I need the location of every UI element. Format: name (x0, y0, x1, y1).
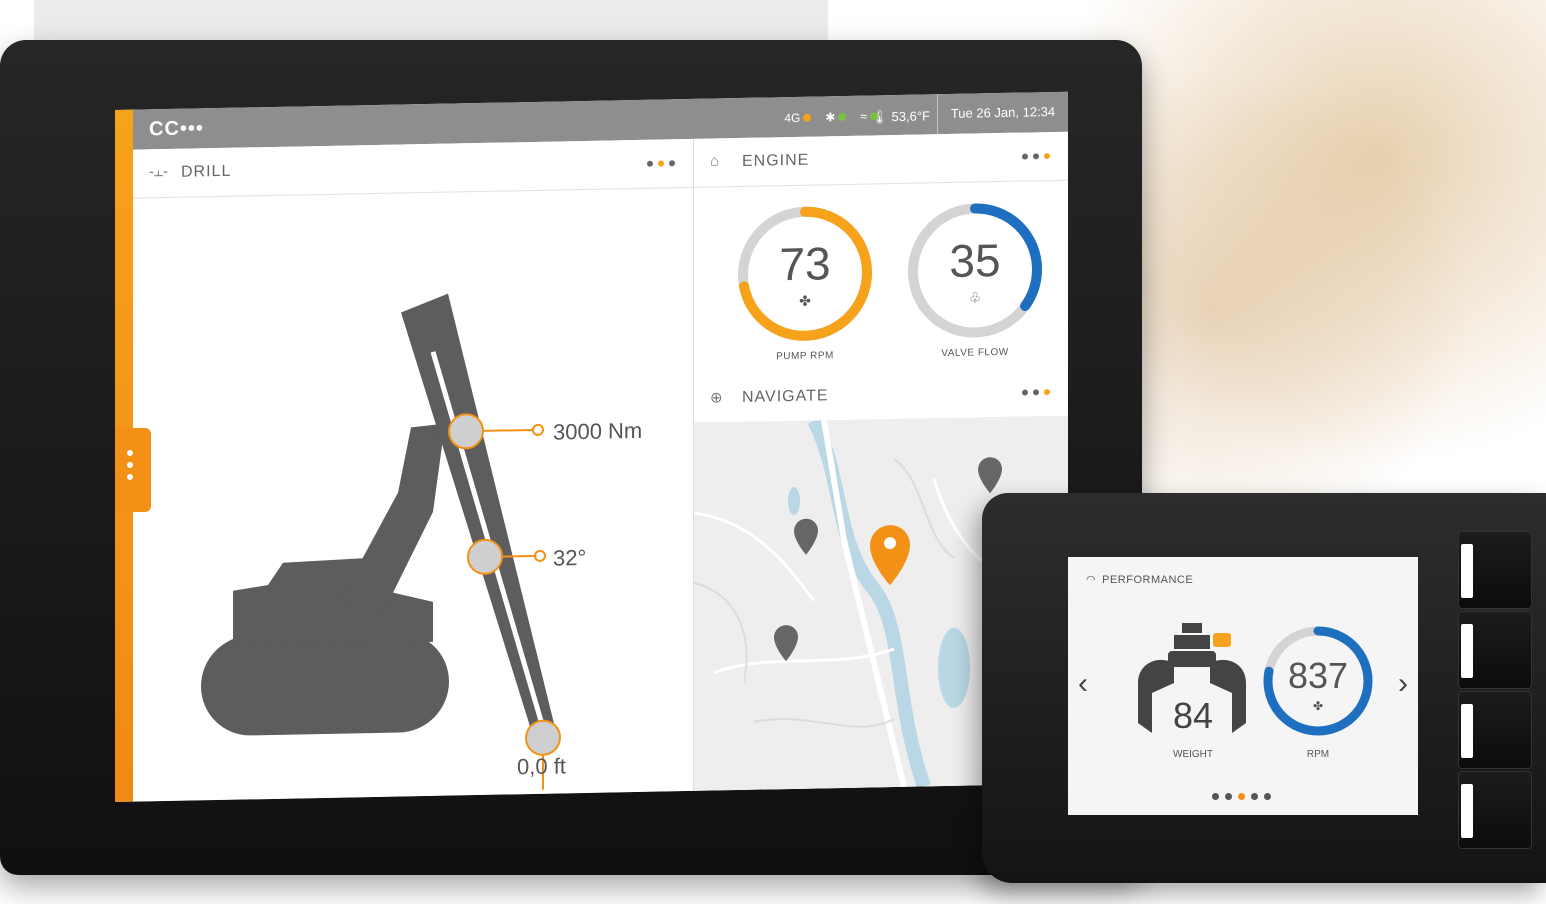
hardware-button-3[interactable] (1458, 691, 1532, 769)
navigate-panel-header: ⊕ NAVIGATE (694, 367, 1068, 424)
navigate-menu-button[interactable] (1022, 389, 1050, 396)
page-dot[interactable] (1225, 793, 1232, 800)
rpm-value: 837 (1287, 655, 1349, 696)
depth-label: 0,0 ft (517, 753, 566, 780)
map-pin-icon (978, 457, 1002, 494)
hardware-button-4[interactable] (1458, 771, 1532, 849)
side-drawer-handle[interactable] (115, 428, 151, 512)
valve-icon: ♧ (968, 289, 982, 306)
torque-label: 3000 Nm (553, 418, 642, 445)
page-dot[interactable] (1212, 793, 1219, 800)
pump-rpm-label: PUMP RPM (776, 350, 834, 363)
engine-panel-header: ⌂ ENGINE (694, 131, 1068, 188)
network-dot (803, 113, 812, 122)
crosshair-icon: ⊕ (710, 389, 723, 407)
valve-flow-value: 35 (949, 233, 1001, 287)
bluetooth-icon: ✱ (825, 110, 847, 124)
app-logo[interactable]: CC••• (149, 117, 204, 141)
next-arrow-icon[interactable]: › (1398, 667, 1408, 701)
handheld-display: ◠ PERFORMANCE ‹ › 84 WEIGHT 837 ✤ RPM (982, 493, 1546, 883)
angle-point (467, 538, 503, 575)
torque-point (448, 413, 484, 450)
temperature-readout: 🌡︎ 53,6°F (871, 108, 930, 125)
page-dot[interactable] (1238, 793, 1245, 800)
depth-point (525, 719, 561, 756)
datetime: Tue 26 Jan, 12:34 (937, 91, 1068, 135)
page-dot[interactable] (1251, 793, 1258, 800)
engine-menu-button[interactable] (1022, 153, 1050, 160)
pump-rpm-gauge[interactable]: 73 ✤ PUMP RPM (730, 197, 880, 362)
map-pin-icon (774, 625, 798, 662)
page-indicator[interactable] (1212, 793, 1271, 800)
performance-screen: ◠ PERFORMANCE ‹ › 84 WEIGHT 837 ✤ RPM (1068, 557, 1418, 815)
angle-label: 32° (553, 545, 586, 571)
fan-icon: ✤ (799, 292, 811, 309)
network-indicator: 4G (784, 111, 812, 125)
hardware-button-2[interactable] (1458, 611, 1532, 689)
drill-menu-button[interactable] (647, 160, 675, 167)
engine-icon: ⌂ (710, 152, 720, 170)
engine-panel-title: ENGINE (742, 151, 810, 170)
drill-panel: -⫠- DRILL 3000 Nm 32° 0,0 ft (133, 138, 694, 802)
pump-rpm-value: 73 (779, 237, 831, 291)
weight-value: 84 (1172, 695, 1214, 736)
map-pin-icon (794, 518, 818, 555)
drill-panel-title: DRILL (181, 162, 232, 181)
status-icons: 4G ✱ ≈ (784, 109, 878, 125)
performance-header: ◠ PERFORMANCE (1086, 573, 1193, 586)
lock-badge-icon (1213, 633, 1231, 647)
prev-arrow-icon[interactable]: ‹ (1078, 667, 1088, 701)
hardware-button-1[interactable] (1458, 531, 1532, 609)
weight-label: WEIGHT (1173, 749, 1213, 760)
performance-title: PERFORMANCE (1102, 574, 1194, 586)
gauge-icon: ◠ (1086, 574, 1097, 586)
fan-icon: ✤ (1312, 699, 1324, 713)
drill-rig-diagram: 3000 Nm 32° (201, 293, 642, 790)
tablet-screen: CC••• 4G ✱ ≈ 🌡︎ 53,6°F Tue 26 Jan, 12:34… (115, 91, 1068, 802)
engine-panel: ⌂ ENGINE 73 ✤ PUMP RPM 35 ♧ VALVE FLOW (694, 131, 1068, 376)
valve-flow-label: VALVE FLOW (941, 346, 1009, 360)
drill-icon: -⫠- (149, 162, 169, 181)
page-dot[interactable] (1264, 793, 1271, 800)
rig-arm (338, 423, 445, 613)
valve-flow-gauge[interactable]: 35 ♧ VALVE FLOW (900, 194, 1050, 359)
navigate-panel-title: NAVIGATE (742, 387, 829, 406)
thermometer-icon: 🌡︎ (871, 109, 888, 125)
user-location-pin-icon (870, 525, 910, 586)
rig-tracks (201, 632, 449, 736)
rpm-label: RPM (1306, 749, 1330, 760)
